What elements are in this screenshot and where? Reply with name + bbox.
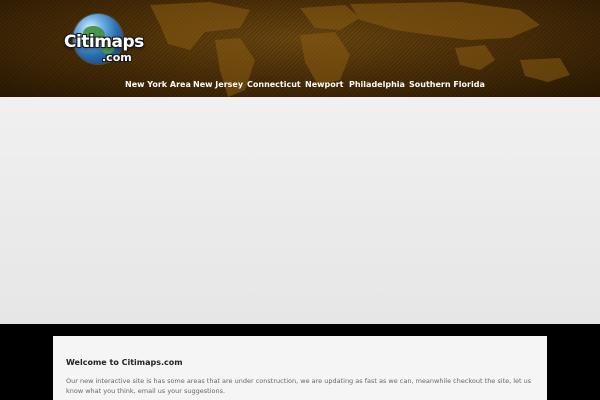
hero-banner (0, 97, 600, 324)
nav-item-southern-florida[interactable]: Southern Florida (409, 80, 485, 89)
main-nav: New York Area New Jersey Connecticut New… (0, 80, 600, 92)
welcome-title: Welcome to Citimaps.com (66, 358, 183, 367)
nav-item-newport[interactable]: Newport (305, 80, 344, 89)
logo-wordmark: Citimaps (64, 32, 144, 52)
logo-tld: .com (102, 51, 132, 64)
nav-item-new-jersey[interactable]: New Jersey (193, 80, 243, 89)
nav-item-connecticut[interactable]: Connecticut (247, 80, 301, 89)
site-header: Citimaps .com New York Area New Jersey C… (0, 0, 600, 97)
site-logo[interactable]: Citimaps .com (64, 14, 144, 74)
welcome-panel: Welcome to Citimaps.com Our new interact… (53, 336, 547, 400)
nav-item-new-york-area[interactable]: New York Area (125, 80, 191, 89)
nav-item-philadelphia[interactable]: Philadelphia (349, 80, 405, 89)
welcome-body: Our new interactive site is has some are… (66, 377, 532, 395)
